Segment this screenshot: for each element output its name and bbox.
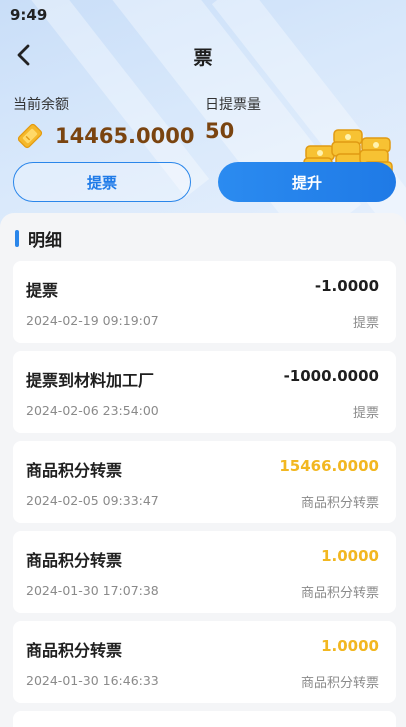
record-amount: -1.0000 [314,277,379,295]
record-title: 提票到材料加工厂 [26,371,155,390]
section-accent-bar [15,229,19,247]
record-type: 商品积分转票 [300,496,379,511]
record-amount: -1000.0000 [283,367,379,385]
record-card[interactable]: 提票到材料加工厂 -1000.0000 2024-02-06 23:54:00 … [13,351,396,433]
record-card[interactable]: 商品积分转票 1.0000 2024-01-30 17:07:38 商品积分转票 [13,531,396,613]
record-card[interactable]: 商品积分转票 15466.0000 2024-02-05 09:33:47 商品… [13,441,396,523]
record-card[interactable] [13,711,396,727]
record-card[interactable]: 商品积分转票 1.0000 2024-01-30 16:46:33 商品积分转票 [13,621,396,703]
details-header: 明细 [15,228,62,251]
withdraw-ticket-button[interactable]: 提票 [13,162,191,202]
status-bar-time: 9:49 [10,6,48,24]
upgrade-button[interactable]: 提升 [218,162,396,202]
balance-label: 当前余额 [13,97,69,113]
record-time: 2024-02-05 09:33:47 [26,493,159,508]
daily-limit-label: 日提票量 [205,97,261,113]
record-title: 商品积分转票 [26,641,123,660]
record-amount: 1.0000 [321,547,379,565]
details-panel: 明细 提票 -1.0000 2024-02-19 09:19:07 提票 提票到… [0,213,406,727]
record-title: 提票 [26,281,59,300]
details-title: 明细 [28,230,62,251]
record-type: 商品积分转票 [300,586,379,601]
record-title: 商品积分转票 [26,551,123,570]
record-amount: 1.0000 [321,637,379,655]
daily-limit-value: 50 [205,119,235,143]
record-time: 2024-02-06 23:54:00 [26,403,159,418]
record-type: 提票 [352,316,379,331]
record-amount: 15466.0000 [279,457,379,475]
balance-value: 14465.0000 [55,124,195,148]
ticket-icon [17,123,43,149]
record-title: 商品积分转票 [26,461,123,480]
record-time: 2024-01-30 17:07:38 [26,583,159,598]
page-title: 票 [193,47,213,69]
record-card[interactable]: 提票 -1.0000 2024-02-19 09:19:07 提票 [13,261,396,343]
record-time: 2024-02-19 09:19:07 [26,313,159,328]
record-type: 商品积分转票 [300,676,379,691]
record-type: 提票 [352,406,379,421]
record-time: 2024-01-30 16:46:33 [26,673,159,688]
